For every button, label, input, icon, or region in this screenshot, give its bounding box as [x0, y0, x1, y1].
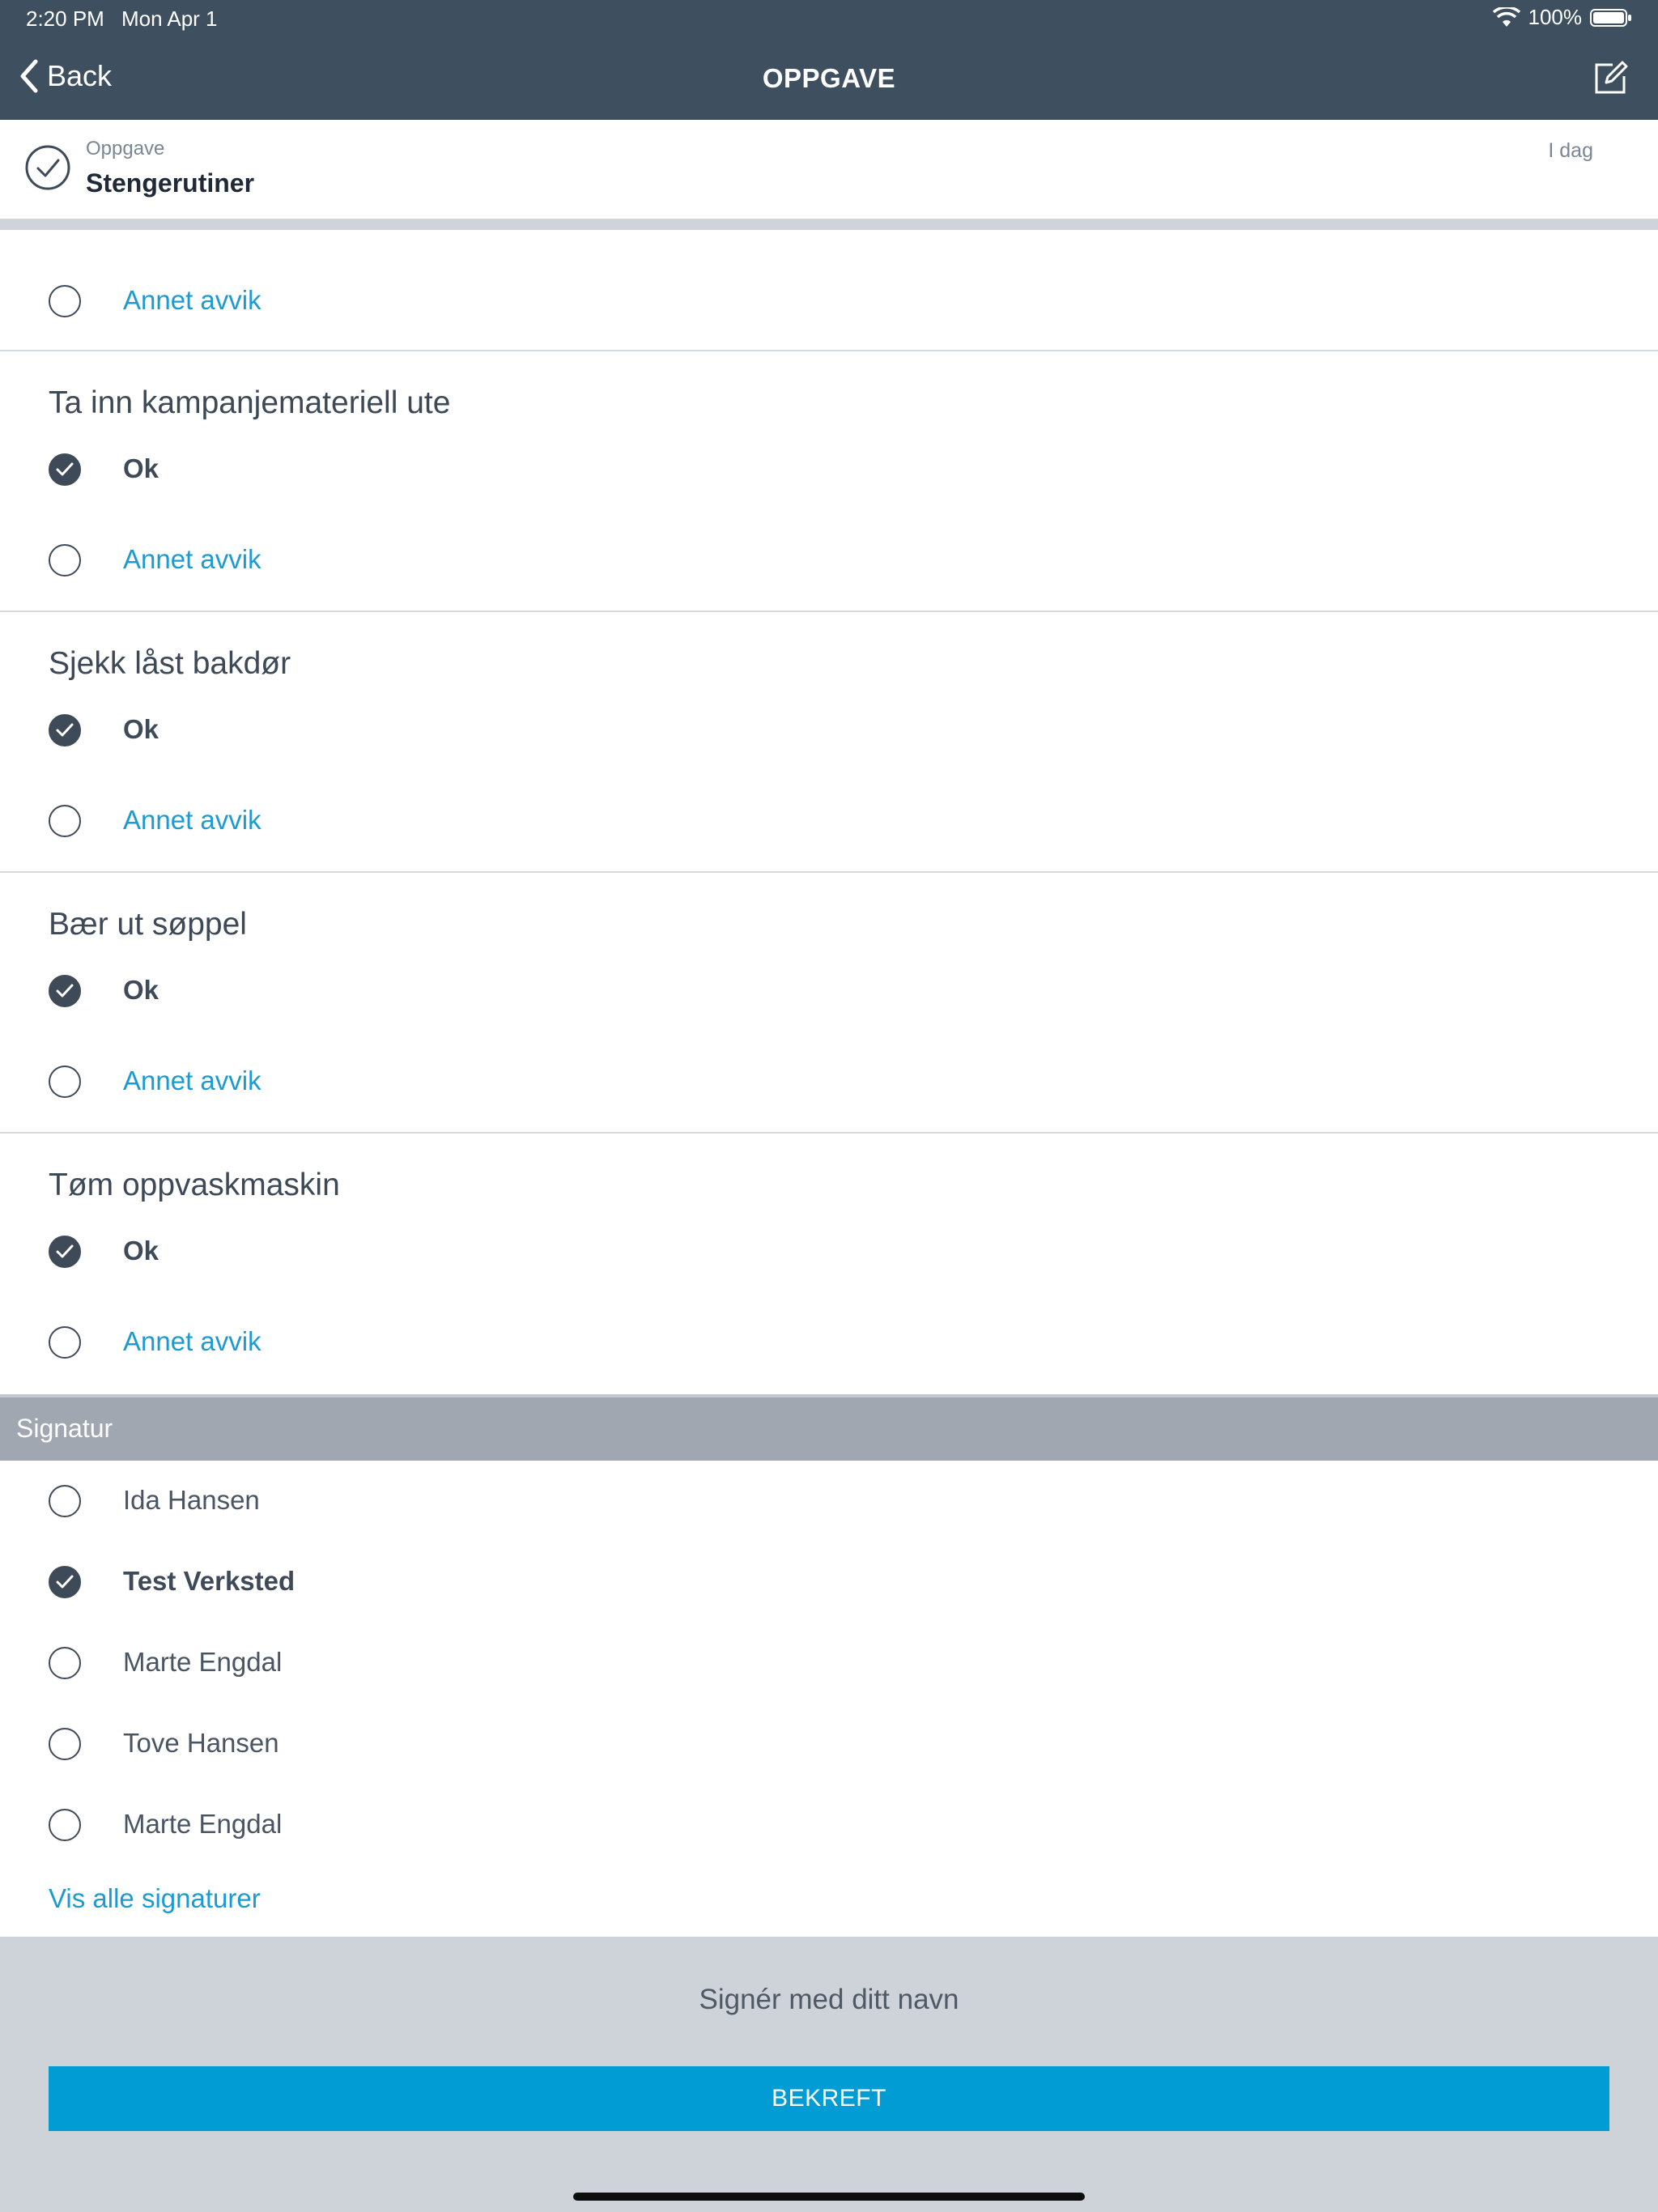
option-label: Ok	[123, 714, 159, 744]
radio-checked-icon[interactable]	[49, 453, 81, 486]
radio-checked-icon[interactable]	[49, 1566, 81, 1598]
radio-checked-icon[interactable]	[49, 714, 81, 747]
option-annet-avvik[interactable]: Annet avvik	[0, 1049, 1658, 1114]
option-label: Ok	[123, 1236, 159, 1266]
wifi-icon	[1492, 6, 1520, 27]
option-ok[interactable]: Ok	[0, 1219, 1658, 1284]
radio-unchecked-icon[interactable]	[49, 805, 81, 837]
radio-unchecked-icon[interactable]	[49, 1728, 81, 1760]
checklist-section: Sjekk låst bakdør Ok Annet avvik	[0, 612, 1658, 873]
task-title: Stengerutiner	[86, 168, 255, 198]
checklist-section: Tøm oppvaskmaskin Ok Annet avvik	[0, 1134, 1658, 1394]
radio-unchecked-icon[interactable]	[49, 285, 81, 317]
compose-icon[interactable]	[1593, 60, 1629, 96]
signature-name: Marte Engdal	[123, 1647, 283, 1677]
option-annet-avvik[interactable]: Annet avvik	[0, 1310, 1658, 1375]
option-label: Ok	[123, 453, 159, 483]
signature-option[interactable]: Test Verksted	[0, 1542, 1658, 1623]
radio-unchecked-icon[interactable]	[49, 1485, 81, 1517]
option-label: Annet avvik	[123, 1326, 261, 1356]
radio-unchecked-icon[interactable]	[49, 1809, 81, 1841]
option-annet-avvik[interactable]: Annet avvik	[0, 269, 1658, 334]
signature-name: Tove Hansen	[123, 1728, 279, 1758]
radio-checked-icon[interactable]	[49, 975, 81, 1007]
option-ok[interactable]: Ok	[0, 698, 1658, 763]
option-annet-avvik[interactable]: Annet avvik	[0, 528, 1658, 593]
option-label: Annet avvik	[123, 285, 261, 315]
checklist: Annet avvik Ta inn kampanjemateriell ute…	[0, 230, 1658, 1394]
signature-confirm-panel: Signér med ditt navn BEKREFT	[0, 1937, 1658, 2212]
sign-name-input[interactable]: Signér med ditt navn	[0, 1984, 1658, 2016]
signature-option[interactable]: Tove Hansen	[0, 1704, 1658, 1784]
status-date: Mon Apr 1	[121, 6, 218, 31]
signature-header: Signatur	[0, 1394, 1658, 1461]
radio-unchecked-icon[interactable]	[49, 1066, 81, 1098]
header-divider	[0, 219, 1658, 230]
signature-option[interactable]: Ida Hansen	[0, 1461, 1658, 1542]
signature-option[interactable]: Marte Engdal	[0, 1623, 1658, 1704]
show-all-signatures-link[interactable]: Vis alle signaturer	[49, 1883, 261, 1914]
section-title: Ta inn kampanjemateriell ute	[49, 385, 451, 420]
checklist-section: Bær ut søppel Ok Annet avvik	[0, 873, 1658, 1134]
option-annet-avvik[interactable]: Annet avvik	[0, 789, 1658, 853]
option-label: Annet avvik	[123, 544, 261, 574]
battery-icon	[1590, 8, 1631, 27]
top-bar: 2:20 PM Mon Apr 1 100% Back OPPGAVE	[0, 0, 1658, 120]
section-title: Sjekk låst bakdør	[49, 646, 291, 681]
status-indicators: 100%	[1492, 5, 1633, 30]
confirm-button[interactable]: BEKREFT	[49, 2066, 1609, 2131]
status-time: 2:20 PM	[26, 6, 104, 31]
signature-option[interactable]: Marte Engdal	[0, 1784, 1658, 1865]
radio-unchecked-icon[interactable]	[49, 544, 81, 576]
option-ok[interactable]: Ok	[0, 959, 1658, 1023]
option-ok[interactable]: Ok	[0, 437, 1658, 502]
option-label: Ok	[123, 975, 159, 1005]
checklist-section: Ta inn kampanjemateriell ute Ok Annet av…	[0, 351, 1658, 612]
radio-checked-icon[interactable]	[49, 1236, 81, 1268]
section-title: Tøm oppvaskmaskin	[49, 1168, 340, 1202]
signature-header-label: Signatur	[16, 1414, 113, 1443]
checklist-section: Annet avvik	[0, 230, 1658, 351]
task-header: Oppgave Stengerutiner I dag	[0, 120, 1658, 219]
option-label: Annet avvik	[123, 805, 261, 835]
option-label: Annet avvik	[123, 1066, 261, 1095]
battery-percent: 100%	[1528, 5, 1583, 29]
page-title: OPPGAVE	[762, 63, 896, 93]
section-title: Bær ut søppel	[49, 907, 247, 942]
home-indicator	[573, 2193, 1085, 2201]
signature-name: Ida Hansen	[123, 1485, 260, 1515]
radio-unchecked-icon[interactable]	[49, 1647, 81, 1679]
check-circle-icon	[25, 145, 70, 190]
signature-name: Test Verksted	[123, 1566, 295, 1596]
task-date: I dag	[1548, 139, 1593, 162]
radio-unchecked-icon[interactable]	[49, 1326, 81, 1359]
signature-name: Marte Engdal	[123, 1809, 283, 1839]
task-kind: Oppgave	[86, 138, 165, 160]
